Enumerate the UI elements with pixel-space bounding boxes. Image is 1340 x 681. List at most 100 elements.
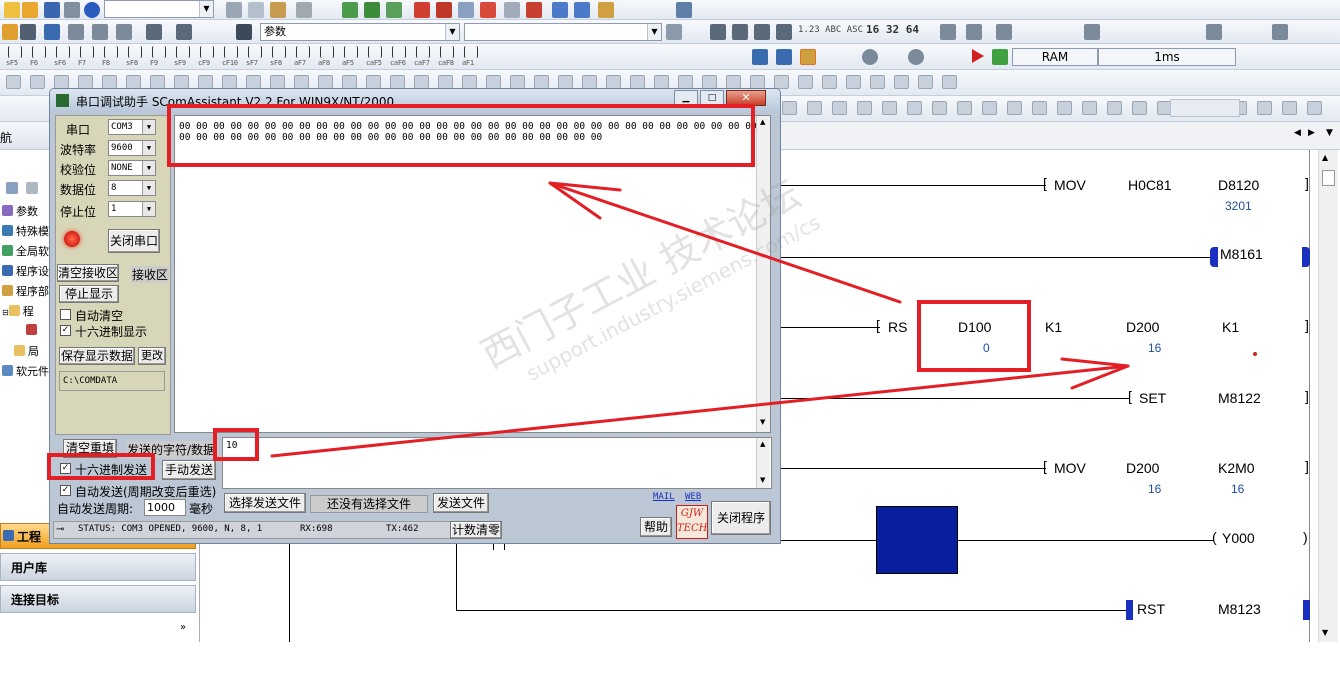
nav-item-local[interactable]: 局 [14,343,39,359]
rung3-op4[interactable]: K1 [1222,319,1239,335]
monitor-mode-icon[interactable] [800,49,816,65]
rung7-instr[interactable]: RST [1137,601,1165,617]
ladder-tool-icon[interactable] [798,75,813,89]
ladder-tool-icon[interactable] [270,75,285,89]
ladder-tool-icon[interactable] [654,75,669,89]
zoom-icon[interactable] [862,49,878,65]
print-icon[interactable] [64,2,80,18]
paste-icon[interactable] [270,2,286,18]
rung5-dst[interactable]: K2M0 [1218,460,1255,476]
edit-tool-icon[interactable] [857,101,872,115]
write-plc-icon[interactable] [342,2,358,18]
energized-contact[interactable] [876,506,958,574]
undo-icon[interactable] [296,2,312,18]
tab-menu-icon[interactable]: ▼ [1326,128,1333,138]
ladder-symbol-icon[interactable] [248,46,262,58]
rung6-coil[interactable]: Y000 [1222,530,1255,546]
param-icon[interactable] [176,24,192,40]
auto-clear-checkbox[interactable] [60,309,71,320]
tool-icon[interactable] [598,2,614,18]
ladder-symbol-icon[interactable] [416,46,430,58]
ladder-tool-icon[interactable] [246,75,261,89]
edit-tool-icon[interactable] [1132,101,1147,115]
edit-tool-icon[interactable] [1057,101,1072,115]
new-file-icon[interactable] [4,2,20,18]
save-icon[interactable] [44,2,60,18]
ladder-tool-icon[interactable] [390,75,405,89]
ladder-tool-icon[interactable] [726,75,741,89]
param-combo[interactable]: 参数 ▼ [260,23,460,41]
close-port-button[interactable]: 关闭串口 [108,229,160,253]
ladder-tool-icon[interactable] [342,75,357,89]
ladder-tool-icon[interactable] [294,75,309,89]
ladder-symbol-icon[interactable] [320,46,334,58]
nav-item-main[interactable] [26,324,40,337]
period-input[interactable]: 1000 [144,499,186,516]
read-plc-icon[interactable] [364,2,380,18]
nav-tool-2-icon[interactable] [26,182,38,194]
digit8-icon[interactable] [732,24,748,40]
ladder-tool-icon[interactable] [30,75,45,89]
ladder-tool-icon[interactable] [198,75,213,89]
ladder-tool-icon[interactable] [318,75,333,89]
binoculars-icon[interactable] [236,24,252,40]
ladder-tool-icon[interactable] [414,75,429,89]
ladder-symbol-icon[interactable] [32,46,46,58]
open-file-icon[interactable] [22,2,38,18]
ladder-symbol-icon[interactable] [8,46,22,58]
ladder-symbol-icon[interactable] [224,46,238,58]
ladder-tool-icon[interactable] [102,75,117,89]
cut-icon[interactable] [226,2,242,18]
ladder-symbol-icon[interactable] [464,46,478,58]
ladder-tool-icon[interactable] [438,75,453,89]
ladder-tool-icon[interactable] [510,75,525,89]
warning-icon[interactable] [992,49,1008,65]
databits-select[interactable]: 8 ▼ [108,180,156,196]
rung1-dst[interactable]: D8120 [1218,177,1259,193]
replace-icon[interactable] [504,2,520,18]
scroll-up-icon[interactable]: ▲ [1322,153,1328,162]
mail-link[interactable]: MAIL [653,492,675,502]
nav-item-program-setting[interactable]: 程序设 [2,263,49,279]
edit-tool-icon[interactable] [1307,101,1322,115]
edit-tool-icon[interactable] [1107,101,1122,115]
ladder-tool-icon[interactable] [54,75,69,89]
ladder-tool-icon[interactable] [630,75,645,89]
digit16-icon[interactable] [776,24,792,40]
ladder-symbol-icon[interactable] [104,46,118,58]
help-icon[interactable] [84,2,100,18]
recv-scroll-down-icon[interactable]: ▼ [760,418,765,426]
auto-send-checkbox[interactable]: ✓ [60,485,71,496]
manual-send-button[interactable]: 手动发送 [162,460,216,480]
ladder-symbol-icon[interactable] [128,46,142,58]
read-mode-icon[interactable] [776,49,792,65]
right-tool-5-icon[interactable] [1206,24,1222,40]
change-path-button[interactable]: 更改 [138,347,166,365]
close-program-button[interactable]: 关闭程序 [711,501,771,535]
ladder-tool-icon[interactable] [582,75,597,89]
ladder-tool-icon[interactable] [702,75,717,89]
ladder-tool-icon[interactable] [486,75,501,89]
ladder-tool-icon[interactable] [462,75,477,89]
edit-tool-icon[interactable] [807,101,822,115]
list-view-icon[interactable] [44,24,60,40]
ladder-tool-icon[interactable] [222,75,237,89]
clear-recv-button[interactable]: 清空接收区 [57,264,119,282]
right-tool-6-icon[interactable] [1272,24,1288,40]
parity-select[interactable]: NONE ▼ [108,160,156,176]
digit10-icon[interactable] [754,24,770,40]
ladder-view-icon[interactable] [20,24,36,40]
ladder-tool-icon[interactable] [366,75,381,89]
save-path-field[interactable]: C:\COMDATA [59,371,165,391]
ladder-tool-icon[interactable] [606,75,621,89]
right-tool-4-icon[interactable] [1084,24,1100,40]
nav-tool-1-icon[interactable] [6,182,18,194]
toggle-icon[interactable] [2,24,18,40]
ladder-tool-icon[interactable] [822,75,837,89]
memory-icon[interactable] [116,24,132,40]
ladder-tool-icon[interactable] [918,75,933,89]
device-icon[interactable] [92,24,108,40]
send-scroll-down-icon[interactable]: ▼ [760,476,765,484]
find-icon[interactable] [458,2,474,18]
recv-scrollbar[interactable]: ▲ ▼ [756,116,770,432]
